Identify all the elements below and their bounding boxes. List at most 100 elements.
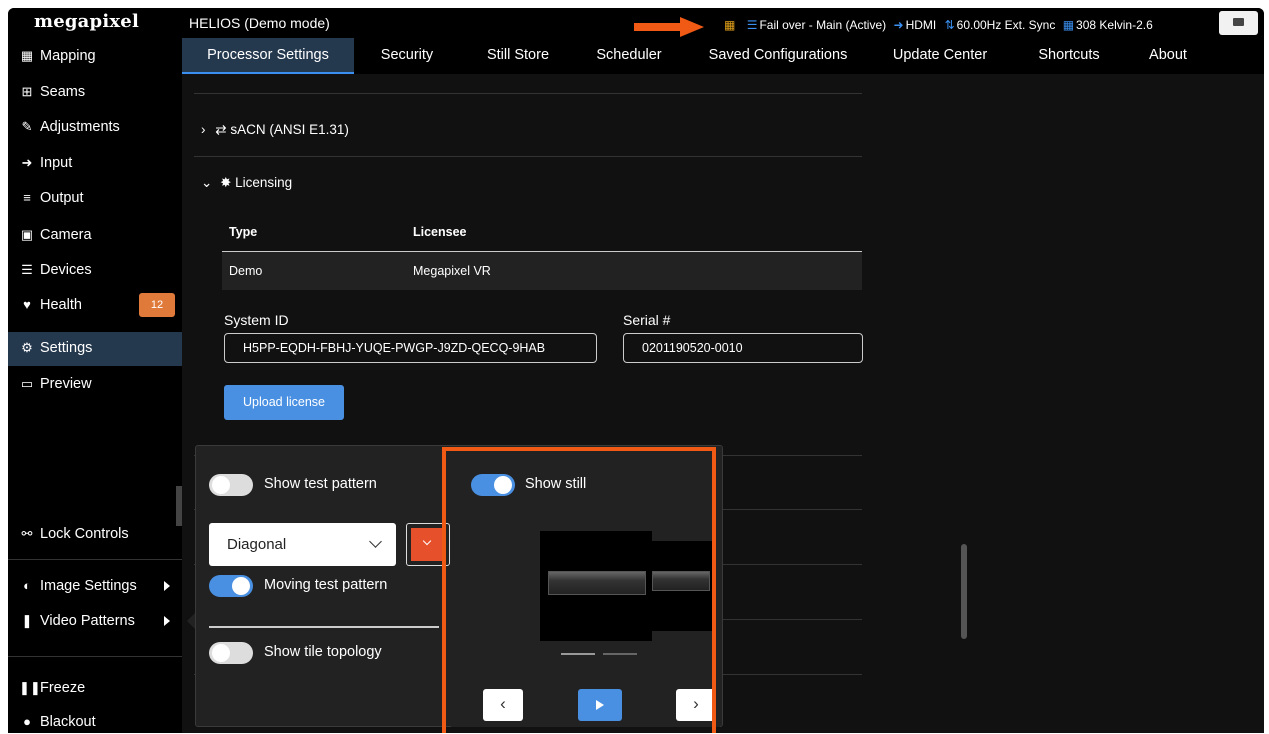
sidebar-item-label: Preview <box>40 376 92 392</box>
grid-status-icon: ▦ <box>1062 17 1075 32</box>
sidebar-item-camera[interactable]: ▣ Camera <box>8 219 182 251</box>
orange-arrow-icon <box>634 17 704 37</box>
tab-still-store[interactable]: Still Store <box>472 38 564 74</box>
sidebar-item-label: Devices <box>40 262 92 278</box>
divider <box>8 559 182 560</box>
video-patterns-menu[interactable]: ❚ Video Patterns <box>8 605 182 637</box>
pattern-select-value: Diagonal <box>227 536 287 553</box>
app-window: megapixel HELIOS (Demo mode) ▦ ☰ Fail ove… <box>8 8 1264 733</box>
sidebar-item-label: Camera <box>40 227 92 243</box>
sidebar-item-label: Health <box>40 297 82 313</box>
image-icon[interactable]: ▦ <box>724 18 735 32</box>
failover-icon: ☰ <box>746 17 758 32</box>
sidebar-item-settings[interactable]: ⚙ Settings <box>8 332 182 366</box>
license-table: Type Licensee Demo Megapixel VR <box>222 211 862 290</box>
sync-status[interactable]: 60.00Hz Ext. Sync <box>957 18 1056 32</box>
cell-type: Demo <box>229 264 263 278</box>
device-status[interactable]: 308 Kelvin-2.6 <box>1076 18 1153 32</box>
badge-certificate-icon: ✸ <box>220 175 232 190</box>
licensing-label: Licensing <box>235 175 293 190</box>
serial-label: Serial # <box>623 312 671 328</box>
sacn-section-header[interactable]: › ⇄ sACN (ANSI E1.31) <box>201 122 349 138</box>
plus-square-icon: ⊞ <box>21 84 33 99</box>
sidebar-item-label: Output <box>40 190 84 206</box>
lock-controls-button[interactable]: ⚯ Lock Controls <box>8 518 182 550</box>
popover-caret <box>187 613 195 629</box>
sidebar-item-adjustments[interactable]: ✎ Adjustments <box>8 111 182 143</box>
sacn-label: sACN (ANSI E1.31) <box>230 122 349 137</box>
still-scrollbar[interactable] <box>961 544 967 639</box>
image-settings-menu[interactable]: ◐ Image Settings <box>8 570 182 602</box>
list-icon: ☰ <box>21 262 33 277</box>
logo: megapixel <box>34 11 139 32</box>
image-settings-label: Image Settings <box>40 578 137 594</box>
freeze-button[interactable]: ❚❚ Freeze <box>8 672 182 704</box>
sliders-icon: ≡ <box>23 190 31 205</box>
color-swatch <box>411 528 445 561</box>
sidebar-item-label: Mapping <box>40 48 96 64</box>
chat-icon <box>1233 18 1244 26</box>
toggle-knob <box>212 644 230 662</box>
table-row: Demo Megapixel VR <box>222 252 862 290</box>
tab-scheduler[interactable]: Scheduler <box>582 38 676 74</box>
unlock-icon: ⚯ <box>21 526 33 541</box>
blackout-button[interactable]: ● Blackout <box>8 706 182 733</box>
sidebar-item-label: Settings <box>40 340 93 356</box>
annotation-highlight-box <box>442 447 716 733</box>
moving-test-pattern-toggle[interactable] <box>209 575 253 597</box>
sidebar-item-seams[interactable]: ⊞ Seams <box>8 76 182 108</box>
sidebar: ▦ Mapping ⊞ Seams ✎ Adjustments ➜ Input … <box>8 38 182 733</box>
show-test-pattern-toggle[interactable] <box>209 474 253 496</box>
serial-field[interactable]: 0201190520-0010 <box>623 333 863 363</box>
tab-security[interactable]: Security <box>372 38 442 74</box>
app-title: HELIOS (Demo mode) <box>189 15 330 31</box>
upload-license-button[interactable]: Upload license <box>224 385 344 420</box>
divider <box>209 626 439 628</box>
sidebar-item-health[interactable]: ♥ Health 12 <box>8 289 182 321</box>
status-bar: ▦ ☰ Fail over - Main (Active) ➜ HDMI ⇅ 60.0… <box>724 17 1153 32</box>
video-patterns-label: Video Patterns <box>40 613 135 629</box>
toggle-knob <box>212 476 230 494</box>
system-id-field[interactable]: H5PP-EQDH-FBHJ-YUQE-PWGP-J9ZD-QECQ-9HAB <box>224 333 597 363</box>
monitor-icon: ▭ <box>20 376 34 391</box>
heartbeat-icon: ♥ <box>23 297 31 312</box>
top-bar: megapixel HELIOS (Demo mode) ▦ ☰ Fail ove… <box>8 8 1264 38</box>
sign-in-icon: ➜ <box>21 155 33 170</box>
tab-saved-configurations[interactable]: Saved Configurations <box>698 38 858 74</box>
tab-about[interactable]: About <box>1138 38 1198 74</box>
chevron-right-icon <box>164 616 170 626</box>
sidebar-item-mapping[interactable]: ▦ Mapping <box>8 40 182 72</box>
sidebar-item-devices[interactable]: ☰ Devices <box>8 254 182 286</box>
pulse-icon: ⇅ <box>944 17 955 32</box>
table-header: Type Licensee <box>222 211 862 252</box>
chevron-down-icon <box>369 535 382 548</box>
lock-controls-label: Lock Controls <box>40 526 129 542</box>
cell-licensee: Megapixel VR <box>413 264 491 278</box>
show-tile-topology-toggle[interactable] <box>209 642 253 664</box>
barcode-icon: ❚ <box>21 613 33 628</box>
chevron-down-icon: ⌄ <box>201 175 213 190</box>
column-header-type: Type <box>229 225 258 239</box>
sidebar-item-preview[interactable]: ▭ Preview <box>8 368 182 400</box>
input-status[interactable]: HDMI <box>906 18 937 32</box>
sidebar-item-input[interactable]: ➜ Input <box>8 147 182 179</box>
tab-shortcuts[interactable]: Shortcuts <box>1030 38 1108 74</box>
show-tile-topology-label: Show tile topology <box>264 644 382 660</box>
tab-bar: Processor Settings Security Still Store … <box>182 38 1264 74</box>
show-test-pattern-label: Show test pattern <box>264 476 377 492</box>
chevron-right-icon: › <box>201 122 206 137</box>
divider <box>194 156 862 157</box>
sidebar-item-output[interactable]: ≡ Output <box>8 182 182 214</box>
chat-button[interactable] <box>1219 11 1258 35</box>
tab-update-center[interactable]: Update Center <box>885 38 995 74</box>
input-icon: ➜ <box>893 17 904 32</box>
pattern-select[interactable]: Diagonal <box>209 523 396 566</box>
cogs-icon: ⚙ <box>21 340 33 355</box>
failover-status[interactable]: Fail over - Main (Active) <box>759 18 886 32</box>
tab-processor-settings[interactable]: Processor Settings <box>182 38 354 74</box>
licensing-section-header[interactable]: ⌄ ✸ Licensing <box>201 175 292 191</box>
health-badge: 12 <box>139 293 175 317</box>
system-id-label: System ID <box>224 312 289 328</box>
pause-icon: ❚❚ <box>19 680 41 695</box>
grid-icon: ▦ <box>20 48 34 63</box>
